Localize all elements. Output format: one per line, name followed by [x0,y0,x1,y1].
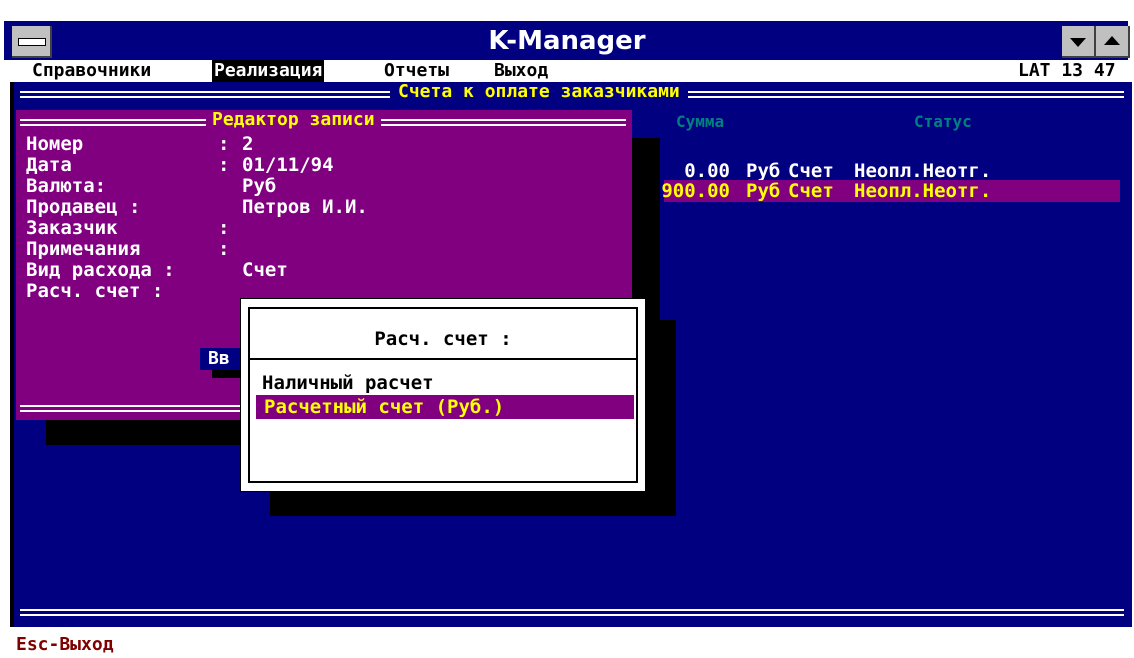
row-currency: Руб [746,180,781,202]
row-type: Счет [788,180,834,202]
menu-bar [4,60,1128,82]
field-colon: : [218,133,230,155]
row-status: Неопл.Неотг. [854,180,992,202]
menu-realizatsiya[interactable]: Реализация [212,60,325,82]
row-amount: 900.00 [661,180,730,202]
field-label-seller: Продавец : [26,196,141,218]
window-title: K-Manager [488,26,646,56]
field-colon: : [218,238,230,260]
field-value-date[interactable]: 01/11/94 [242,155,334,176]
field-value-seller[interactable]: Петров И.И. [242,197,368,218]
field-colon: : [218,217,230,239]
row-type: Счет [788,160,834,182]
minimize-arrow-icon [1070,38,1086,47]
field-label-date: Дата [26,154,72,176]
option-bank-account-selected[interactable]: Расчетный счет (Руб.) [256,395,634,419]
minimize-button[interactable] [1062,26,1096,58]
field-value-expense-type[interactable]: Счет [242,260,288,281]
field-value-number[interactable]: 2 [242,134,253,155]
status-hint: Esc-Выход [16,634,114,655]
list-title: Счета к оплате заказчиками [390,82,688,102]
menu-spravochniki[interactable]: Справочники [30,60,153,82]
editor-button-partial[interactable]: Вв [200,348,242,370]
popup-title: Расч. счет : [374,328,512,350]
field-label-currency: Валюта: [26,175,107,197]
field-label-account: Расч. счет : [26,280,164,302]
maximize-arrow-icon [1104,36,1120,45]
status-bar [4,627,1134,658]
menu-otchety[interactable]: Отчеты [382,60,451,82]
option-cash[interactable]: Наличный расчет [262,372,434,394]
maximize-button[interactable] [1096,26,1130,58]
field-colon: : [218,154,230,176]
field-label-expense-type: Вид расхода : [26,259,175,281]
table-row[interactable]: 0.00 Руб Счет Неопл.Неотг. [664,160,1120,182]
row-amount: 0.00 [684,160,730,182]
menu-vyhod[interactable]: Выход [492,60,550,82]
field-value-currency[interactable]: Руб [242,176,276,197]
popup-divider [248,358,638,360]
editor-title: Редактор записи [206,110,381,130]
field-label-notes: Примечания [26,238,141,260]
column-header-amount[interactable]: Сумма [676,112,724,132]
row-currency: Руб [746,160,781,182]
row-status: Неопл.Неотг. [854,160,992,182]
table-row-selected[interactable]: 900.00 Руб Счет Неопл.Неотг. [661,180,1120,202]
field-label-number: Номер [26,133,84,155]
field-label-customer: Заказчик [26,217,118,239]
column-header-status[interactable]: Статус [914,112,972,132]
keyboard-layout-indicator: LAT 13 47 [1018,60,1116,81]
